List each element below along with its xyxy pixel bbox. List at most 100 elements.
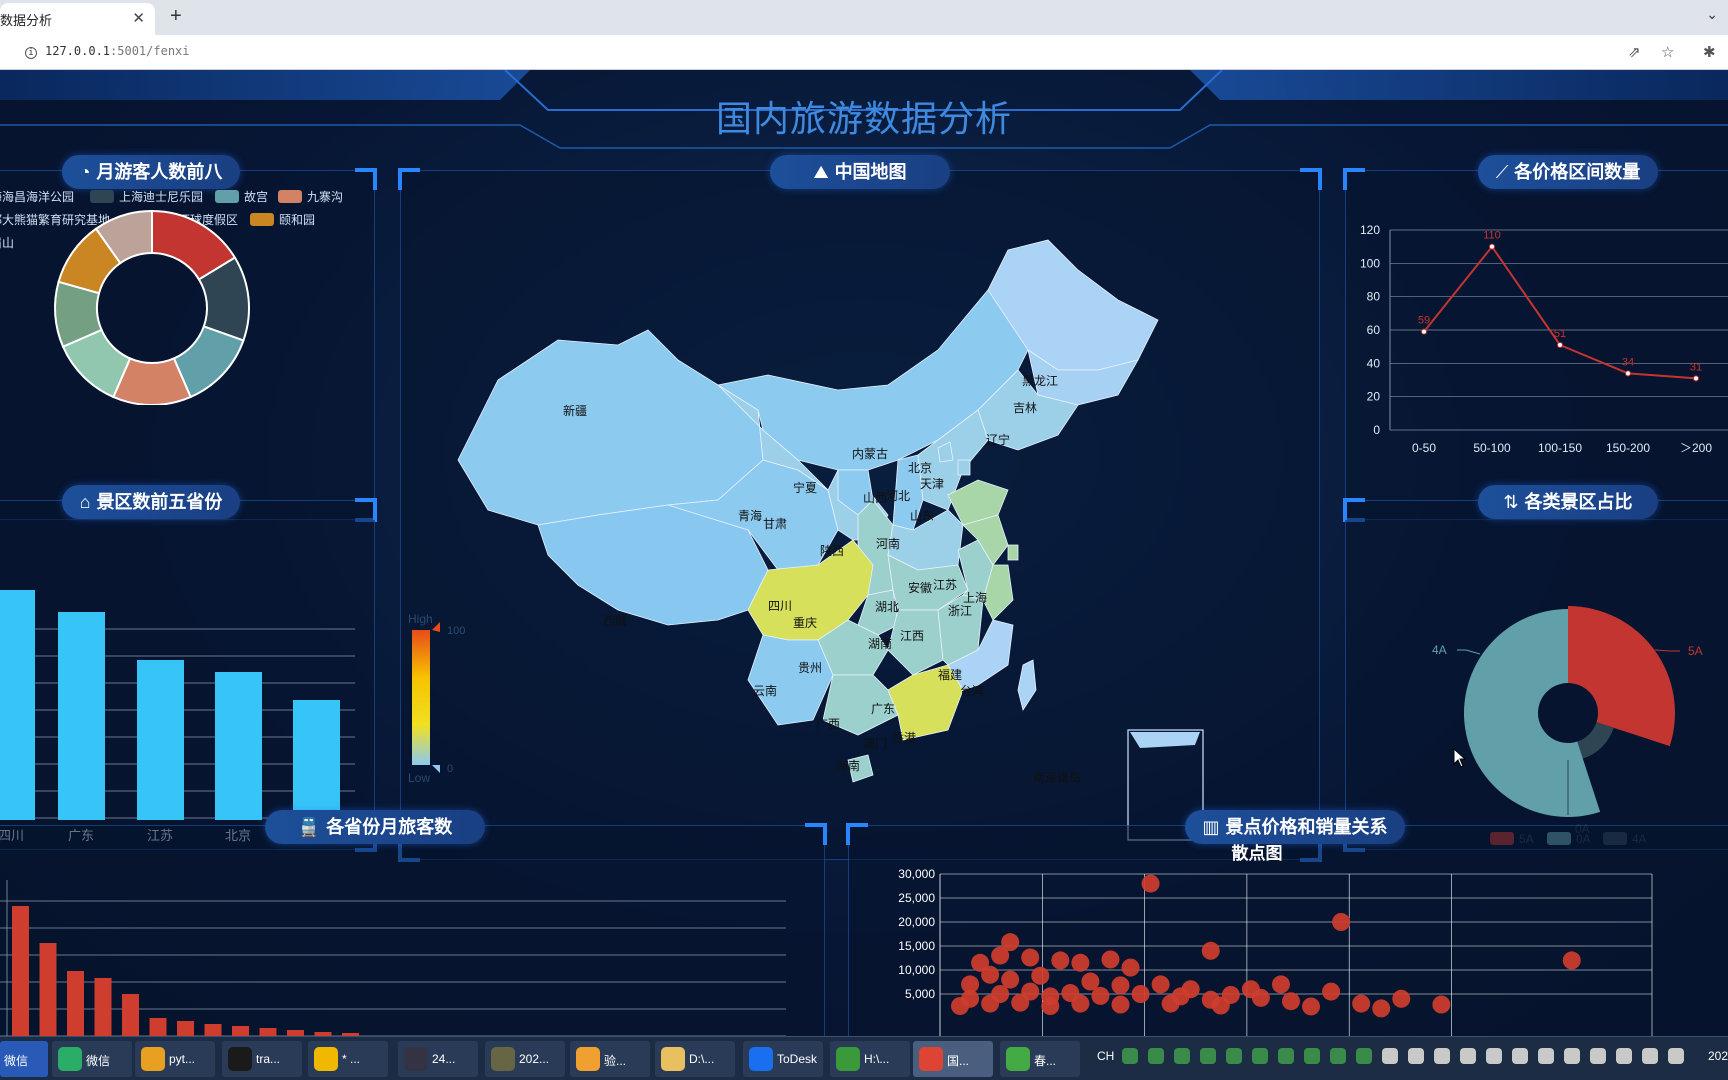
bar (177, 1021, 194, 1036)
tray-icon[interactable] (1668, 1048, 1684, 1064)
y-tick-label: 25,000 (898, 891, 935, 905)
tray-icon[interactable] (1330, 1048, 1346, 1064)
china-map[interactable]: 新疆西藏 青海甘肃 宁夏 内蒙古 黑龙江吉林辽宁北京天津河北山西山东河南 陕西四川重庆 湖北… (400, 170, 1320, 860)
map-region-label: 青海 (738, 508, 762, 523)
taskbar-item[interactable]: 春... (1000, 1041, 1080, 1077)
legend-item[interactable]: 海海昌海洋公园 (0, 188, 74, 205)
taskbar-item-label: * ... (342, 1052, 361, 1066)
clock: 202 (1708, 1049, 1728, 1063)
bar (67, 971, 84, 1036)
bar (12, 906, 29, 1036)
tray-icon[interactable] (1590, 1048, 1606, 1064)
map-region (1007, 544, 1019, 561)
taskbar-item[interactable]: * ... (308, 1041, 388, 1077)
bar-sort-icon: ⇅ (1503, 492, 1519, 512)
visual-map-min-label: 0 (447, 763, 453, 775)
tray-icon[interactable] (1304, 1048, 1320, 1064)
tray-icon[interactable] (1122, 1048, 1138, 1064)
scatter-point (1201, 941, 1220, 960)
tray-icon[interactable] (1408, 1048, 1424, 1064)
taskbar-item[interactable]: 202... (485, 1041, 565, 1077)
map-region-label: 新疆 (563, 403, 587, 418)
tray-icon[interactable] (1564, 1048, 1580, 1064)
tray-icon[interactable] (1434, 1048, 1450, 1064)
map-region-label: 辽宁 (986, 432, 1010, 447)
map-region-label: 内蒙古 (852, 446, 888, 461)
y-tick-label: 60 (1367, 323, 1381, 337)
tray-icon[interactable] (1486, 1048, 1502, 1064)
x-tick-label: 0-50 (1412, 441, 1436, 455)
chevron-down-icon[interactable]: ⌄ (1706, 6, 1718, 23)
close-tab-icon[interactable]: ✕ (132, 9, 145, 27)
map-region (747, 634, 834, 726)
taskbar-item[interactable]: H:\... (830, 1041, 910, 1077)
address-bar: i 127.0.0.1:5001/fenxi ⇗ ☆ ✱ (0, 35, 1728, 70)
app-icon (58, 1047, 82, 1071)
url-field[interactable]: i 127.0.0.1:5001/fenxi (25, 44, 190, 59)
y-tick-label: 20,000 (898, 915, 935, 929)
province-monthly-bar-chart (0, 880, 786, 1036)
taskbar-item-label: ToDesk (777, 1052, 818, 1066)
map-region-label: 吉林 (1013, 401, 1037, 415)
tray-icon[interactable] (1356, 1048, 1372, 1064)
legend-item[interactable]: 故宫 (215, 188, 268, 205)
taskbar-item[interactable]: 微信 (52, 1041, 132, 1077)
bookmark-star-icon[interactable]: ☆ (1661, 43, 1674, 61)
taskbar-item[interactable]: tra... (222, 1041, 302, 1077)
app-icon (314, 1047, 338, 1071)
visual-map-handle-bottom (432, 765, 440, 773)
share-icon[interactable]: ⇗ (1628, 43, 1641, 61)
panel-title-category: ⇅ 各类景区占比 (1478, 485, 1658, 519)
legend-item[interactable]: 上海迪士尼乐园 (90, 188, 203, 205)
app-icon (749, 1047, 773, 1071)
extensions-icon[interactable]: ✱ (1703, 43, 1716, 61)
tray-icon[interactable] (1174, 1048, 1190, 1064)
tray-icon[interactable] (1460, 1048, 1476, 1064)
map-region (957, 459, 971, 476)
map-region-label: 浙江 (948, 604, 972, 618)
site-info-icon[interactable]: i (25, 47, 37, 59)
tray-icon[interactable] (1538, 1048, 1554, 1064)
bar (204, 1024, 222, 1036)
line-series (1423, 244, 1697, 380)
tray-icon[interactable] (1148, 1048, 1164, 1064)
legend-label: 眉山 (0, 236, 15, 250)
page-title: 国内旅游数据分析 (715, 98, 1012, 139)
tray-icon[interactable] (1382, 1048, 1398, 1064)
taskbar-item[interactable]: ToDesk (743, 1041, 823, 1077)
pie-chart-icon: ◔ (79, 162, 91, 182)
url-host: 127.0.0.1 (45, 44, 111, 58)
scatter-point (1562, 951, 1581, 970)
new-tab-icon[interactable]: + (170, 5, 182, 28)
data-label: 110 (1483, 230, 1501, 242)
data-label: 31 (1690, 361, 1702, 373)
line-point (1557, 342, 1563, 348)
taskbar-start-item[interactable]: 微信 (0, 1041, 48, 1077)
map-region-label: 河北 (886, 489, 910, 503)
visual-map-bar (412, 630, 430, 765)
scatter-point (1051, 951, 1070, 970)
taskbar-item[interactable]: 验... (570, 1041, 650, 1077)
taskbar-item[interactable]: 24... (398, 1041, 478, 1077)
app-icon (141, 1047, 165, 1071)
tray-icon[interactable] (1278, 1048, 1294, 1064)
scatter-point (1211, 996, 1230, 1015)
scatter-point (1302, 997, 1321, 1016)
tray-icon[interactable] (1252, 1048, 1268, 1064)
input-lang-indicator[interactable]: CH (1097, 1049, 1114, 1063)
taskbar-item[interactable]: 国... (913, 1041, 993, 1077)
legend-item[interactable]: 眉山 (0, 234, 14, 251)
browser-tab[interactable]: 数据分析 ✕ (0, 3, 155, 35)
tray-icon[interactable] (1642, 1048, 1658, 1064)
taskbar-item[interactable]: D:\... (655, 1041, 735, 1077)
tray-icon[interactable] (1200, 1048, 1216, 1064)
legend-item[interactable]: 九寨沟 (278, 188, 343, 205)
y-tick-label: 80 (1367, 290, 1381, 304)
tray-icon[interactable] (1616, 1048, 1632, 1064)
scatter-point (981, 994, 1000, 1013)
tray-icon[interactable] (1226, 1048, 1242, 1064)
visual-map-max-label: 100 (447, 625, 465, 637)
taskbar-item[interactable]: pyt... (135, 1041, 215, 1077)
scatter-point (1271, 975, 1290, 994)
tray-icon[interactable] (1512, 1048, 1528, 1064)
